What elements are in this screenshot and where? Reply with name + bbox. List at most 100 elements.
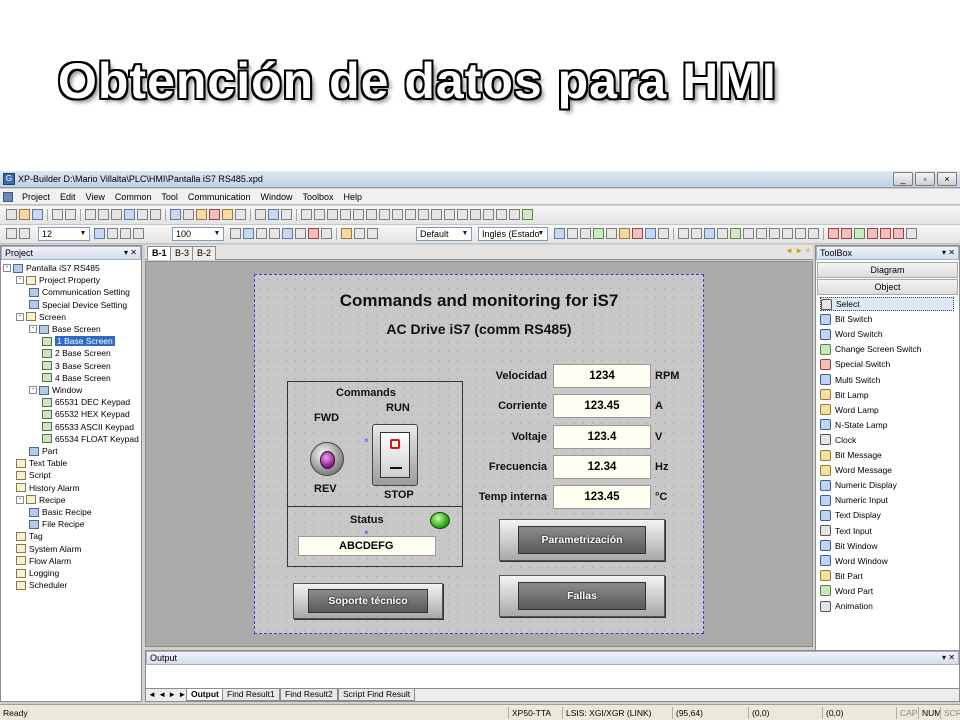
tree-item[interactable]: Tag (16, 530, 43, 542)
preview-icon[interactable] (268, 209, 279, 220)
restore-button[interactable]: ▫ (915, 172, 935, 186)
flip-h-icon[interactable] (470, 209, 481, 220)
grid-dots-icon[interactable] (658, 228, 669, 239)
menu-help[interactable]: Help (339, 189, 368, 205)
tree-item[interactable]: Scheduler (16, 579, 67, 591)
tree-item[interactable]: 65534 FLOAT Keypad (42, 433, 139, 445)
panel-pin-icon[interactable]: ▾ ✕ (124, 247, 137, 259)
collapse-icon[interactable]: - (3, 264, 11, 272)
frecuencia-display[interactable]: 12.34 (553, 455, 651, 479)
toolbox-item[interactable]: Clock (820, 433, 856, 447)
run-icon[interactable] (730, 228, 741, 239)
tree-item[interactable]: 2 Base Screen (42, 347, 111, 359)
text-icon[interactable] (743, 228, 754, 239)
tree-item[interactable]: System Alarm (16, 543, 81, 555)
align-center-icon[interactable] (314, 209, 325, 220)
align-bottom-icon[interactable] (366, 209, 377, 220)
velocidad-display[interactable]: 1234 (553, 364, 651, 388)
find-icon[interactable] (281, 209, 292, 220)
lock-icon[interactable] (235, 209, 246, 220)
snap-icon[interactable] (554, 228, 565, 239)
toolbox-item[interactable]: Text Input (820, 524, 872, 538)
toolbox-item[interactable]: N-State Lamp (820, 418, 887, 432)
check-icon[interactable] (717, 228, 728, 239)
columns-icon[interactable] (19, 228, 30, 239)
font-size-select[interactable]: 12 ▼ (38, 227, 90, 241)
tree-item[interactable]: - Screen (16, 311, 66, 323)
cut-icon[interactable] (85, 209, 96, 220)
tree-item[interactable]: Special Device Setting (29, 299, 127, 311)
flip-v-icon[interactable] (483, 209, 494, 220)
zoom-out-icon[interactable] (133, 228, 144, 239)
alarm-tool-icon[interactable] (841, 228, 852, 239)
tree-item[interactable]: - Recipe (16, 494, 65, 506)
toolbox-item[interactable]: Numeric Display (820, 478, 897, 492)
picture-icon[interactable] (256, 228, 267, 239)
menu-tool[interactable]: Tool (156, 189, 183, 205)
bar-graph-icon[interactable] (243, 228, 254, 239)
toolbox-item[interactable]: Bit Part (820, 569, 863, 583)
tree-item[interactable]: - Pantalla iS7 RS485 (3, 262, 100, 274)
toolbox-item[interactable]: Word Window (820, 554, 888, 568)
voltaje-display[interactable]: 123.4 (553, 425, 651, 449)
panel-pin-icon[interactable]: ▾ ✕ (942, 652, 955, 664)
tree-item[interactable]: History Alarm (16, 482, 80, 494)
tree-item[interactable]: 65531 DEC Keypad (42, 396, 130, 408)
fit-icon[interactable] (94, 228, 105, 239)
menu-edit[interactable]: Edit (55, 189, 81, 205)
record-tool-icon[interactable] (893, 228, 904, 239)
align-middle-icon[interactable] (353, 209, 364, 220)
menu-view[interactable]: View (81, 189, 110, 205)
open-icon[interactable] (19, 209, 30, 220)
collapse-icon[interactable]: - (29, 386, 37, 394)
redo-icon[interactable] (65, 209, 76, 220)
delete-icon[interactable] (308, 228, 319, 239)
zoom-area-icon[interactable] (107, 228, 118, 239)
tree-item[interactable]: 65532 HEX Keypad (42, 408, 130, 420)
rectangle-icon[interactable] (209, 209, 220, 220)
tree-item[interactable]: 4 Base Screen (42, 372, 111, 384)
toolbox-section-diagram[interactable]: Diagram (817, 262, 958, 278)
toolbox-item[interactable]: Word Message (820, 463, 892, 477)
screen-icon[interactable] (580, 228, 591, 239)
send-back-icon[interactable] (457, 209, 468, 220)
monitor-icon[interactable] (593, 228, 604, 239)
order-icon[interactable] (509, 209, 520, 220)
parametrizacion-button[interactable]: Parametrización (499, 519, 665, 561)
frame-icon[interactable] (269, 228, 280, 239)
toolbox-item[interactable]: Numeric Input (820, 493, 888, 507)
menu-project[interactable]: Project (17, 189, 55, 205)
collapse-icon[interactable]: - (16, 495, 24, 504)
same-width-icon[interactable] (405, 209, 416, 220)
temp-interna-display[interactable]: 123.45 (553, 485, 651, 509)
ungroup-icon[interactable] (150, 209, 161, 220)
tree-item[interactable]: - Window (29, 384, 82, 396)
status-text-display[interactable]: ABCDEFG (298, 536, 436, 556)
pen-tool-icon[interactable] (867, 228, 878, 239)
toolbox-item[interactable]: Bit Message (820, 448, 882, 462)
output-tab-nav[interactable]: ◄ ◄ ► ► (148, 689, 186, 701)
toolbox-item[interactable]: Change Screen Switch (820, 342, 921, 356)
bring-front-icon[interactable] (444, 209, 455, 220)
group-icon[interactable] (137, 209, 148, 220)
tree-item[interactable]: Logging (16, 567, 59, 579)
fwd-rev-selector-switch[interactable] (310, 442, 344, 476)
hmi-base-screen[interactable]: Commands and monitoring for iS7 AC Drive… (254, 274, 704, 634)
upload-icon[interactable] (691, 228, 702, 239)
wrench-icon[interactable] (769, 228, 780, 239)
menu-common[interactable]: Common (110, 189, 157, 205)
tree-item[interactable]: 1 Base Screen (42, 335, 115, 347)
menu-communication[interactable]: Communication (183, 189, 256, 205)
print-icon[interactable] (255, 209, 266, 220)
close-button[interactable]: × (937, 172, 957, 186)
toolbox-item[interactable]: Special Switch (820, 357, 890, 371)
tab-find-result2[interactable]: Find Result2 (280, 689, 338, 701)
tree-item[interactable]: Flow Alarm (16, 555, 71, 567)
new-icon[interactable] (6, 209, 17, 220)
extra-tool-icon[interactable] (906, 228, 917, 239)
settings-icon[interactable] (782, 228, 793, 239)
simulate-icon[interactable] (645, 228, 656, 239)
download-icon[interactable] (678, 228, 689, 239)
compare-icon[interactable] (808, 228, 819, 239)
tree-item[interactable]: - Project Property (16, 274, 100, 286)
